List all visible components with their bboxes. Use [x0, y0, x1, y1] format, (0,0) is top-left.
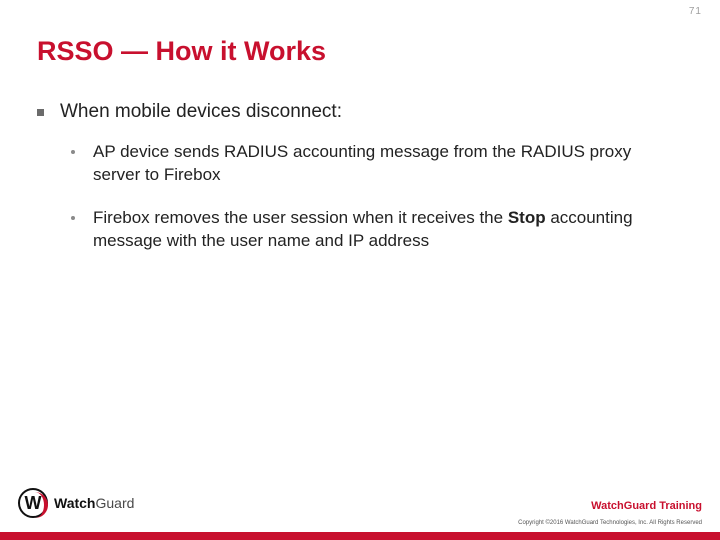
- bullet-l2-text: Firebox removes the user session when it…: [93, 207, 653, 253]
- slide-title: RSSO — How it Works: [37, 36, 326, 67]
- slide: 71 RSSO — How it Works When mobile devic…: [0, 0, 720, 540]
- bullet-level2: Firebox removes the user session when it…: [71, 207, 690, 253]
- training-label: WatchGuard Training: [591, 500, 702, 512]
- dot-bullet-icon: [71, 216, 75, 220]
- bullet-l1-text: When mobile devices disconnect:: [60, 100, 342, 125]
- square-bullet-icon: [37, 109, 44, 116]
- text-bold: Stop: [508, 208, 546, 227]
- bullet-l2-text: AP device sends RADIUS accounting messag…: [93, 141, 653, 187]
- logo-brand-rest: Guard: [95, 495, 134, 511]
- copyright-text: Copyright ©2016 WatchGuard Technologies,…: [518, 520, 702, 526]
- text-pre: AP device sends RADIUS accounting messag…: [93, 142, 631, 184]
- logo-text: WatchGuard: [54, 495, 134, 511]
- bullet-level2: AP device sends RADIUS accounting messag…: [71, 141, 690, 187]
- bullet-level1: When mobile devices disconnect:: [37, 100, 690, 125]
- footer-red-stripe: [0, 532, 720, 540]
- page-number: 71: [689, 6, 702, 17]
- text-pre: Firebox removes the user session when it…: [93, 208, 508, 227]
- watchguard-logo: W WatchGuard: [18, 488, 134, 518]
- dot-bullet-icon: [71, 150, 75, 154]
- sub-bullet-list: AP device sends RADIUS accounting messag…: [71, 141, 690, 253]
- logo-mark-icon: W: [18, 488, 48, 518]
- logo-brand-bold: Watch: [54, 495, 95, 511]
- content-area: When mobile devices disconnect: AP devic…: [37, 100, 690, 272]
